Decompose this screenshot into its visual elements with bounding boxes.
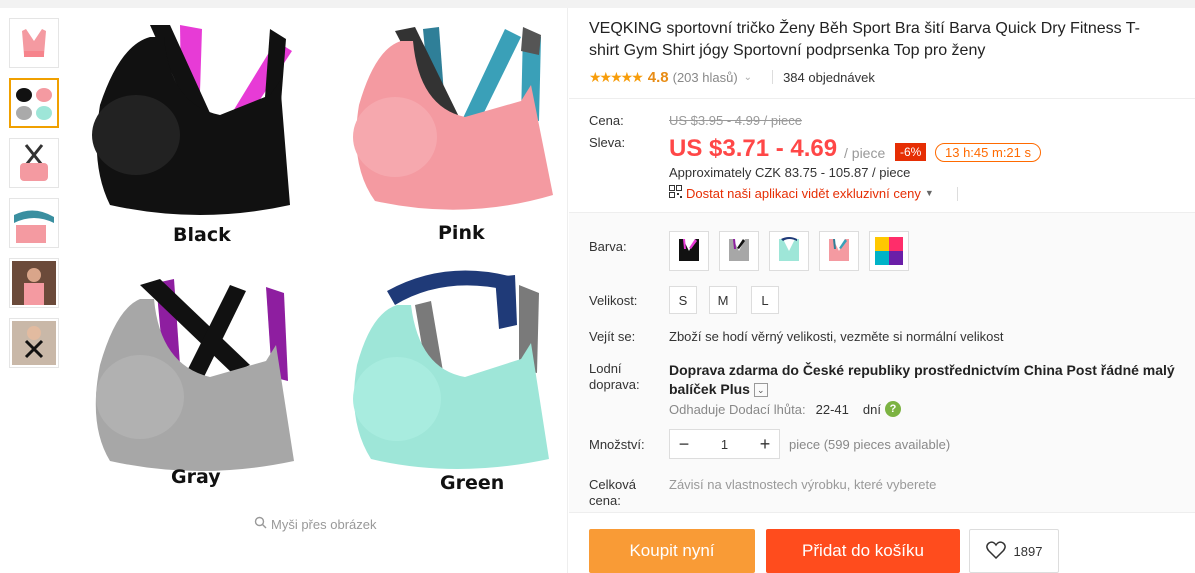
thumbnail-2[interactable] <box>9 78 59 128</box>
rating-value: 4.8 <box>647 68 669 86</box>
app-promo-link[interactable]: Dostat naši aplikaci vidět exkluzivní ce… <box>669 185 934 201</box>
color-swatch-green[interactable] <box>769 231 809 271</box>
options-panel: Barva: Velikost: S M L Vejít se: Zboží s… <box>569 212 1195 512</box>
countdown-timer: 13 h:45 m:21 s <box>935 143 1041 162</box>
fit-value: Zboží se hodí věrný velikosti, vezměte s… <box>669 329 1004 344</box>
quantity-stepper: − 1 + <box>669 429 780 459</box>
total-value: Závisí na vlastnostech výrobku, které vy… <box>669 477 937 492</box>
quantity-label: Množství: <box>589 437 645 452</box>
thumbnail-5[interactable] <box>9 258 59 308</box>
thumbnail-6[interactable] <box>9 318 59 368</box>
estimate-unit: dní <box>862 401 881 417</box>
shipping-dropdown-icon[interactable]: ⌄ <box>753 383 768 398</box>
bra-pink-image <box>335 15 575 255</box>
color-label: Barva: <box>589 239 627 254</box>
sale-price: US $3.71 - 4.69 <box>669 135 838 162</box>
bra-label-gray: Gray <box>171 466 221 488</box>
size-option-s[interactable]: S <box>669 286 697 314</box>
buy-now-button[interactable]: Koupit nyní <box>589 529 755 573</box>
thumbnail-3[interactable] <box>9 138 59 188</box>
app-promo-text: Dostat naši aplikaci vidět exkluzivní ce… <box>686 185 921 201</box>
estimate-days: 22-41 <box>815 401 849 417</box>
column-divider <box>567 8 568 573</box>
minus-icon[interactable]: − <box>670 430 698 458</box>
separator <box>957 187 958 201</box>
help-icon[interactable]: ? <box>884 401 901 417</box>
shipping-value: Doprava zdarma do České republiky prostř… <box>669 362 1175 397</box>
sale-price-label: Sleva: <box>589 135 626 150</box>
add-to-cart-button[interactable]: Přidat do košíku <box>766 529 960 573</box>
orig-price-label: Cena: <box>589 113 624 128</box>
color-swatch-gray[interactable] <box>719 231 759 271</box>
action-buttons: Koupit nyní Přidat do košíku 1897 <box>569 512 1195 573</box>
separator <box>772 70 774 84</box>
qr-code-icon <box>669 185 682 201</box>
main-product-image[interactable]: Black Pink Gray Green <box>70 10 565 510</box>
size-label: Velikost: <box>589 293 638 308</box>
estimate-label: Odhaduje Dodací lhůta: <box>669 401 806 417</box>
shipping-label: Lodní doprava: <box>589 361 640 392</box>
thumbnail-4[interactable] <box>9 198 59 248</box>
caret-down-icon: ▼ <box>924 188 934 198</box>
bra-green-image <box>335 265 575 505</box>
approx-price: Approximately CZK 83.75 - 105.87 / piece <box>669 165 911 180</box>
chevron-down-icon[interactable]: ⌄ <box>744 72 752 83</box>
quantity-input[interactable]: 1 <box>698 437 751 452</box>
size-option-l[interactable]: L <box>751 286 779 314</box>
color-swatch-multicolor[interactable] <box>869 231 909 271</box>
bra-label-black: Black <box>173 224 231 246</box>
price-unit: / piece <box>844 145 886 161</box>
heart-icon <box>985 540 1006 562</box>
total-label: Celková cena: <box>589 477 636 508</box>
hover-hint: Myši přes obrázek <box>254 516 376 532</box>
rating-stars-icon: ★★★★★ <box>589 68 644 85</box>
size-option-m[interactable]: M <box>709 286 737 314</box>
product-info: VEQKING sportovní tričko Ženy Běh Sport … <box>589 18 1189 87</box>
fit-label: Vejít se: <box>589 329 636 344</box>
reviews-link[interactable]: (203 hlasů) <box>673 70 738 85</box>
quantity-availability: piece (599 pieces available) <box>789 437 951 452</box>
thumbnail-1[interactable] <box>9 18 59 68</box>
plus-icon[interactable]: + <box>751 430 779 458</box>
wishlist-count: 1897 <box>1013 543 1043 559</box>
orig-price: US $3.95 - 4.99 / piece <box>669 113 802 128</box>
wishlist-button[interactable]: 1897 <box>969 529 1059 573</box>
orders-count: 384 objednávek <box>783 69 875 85</box>
rating-row: ★★★★★ 4.8 (203 hlasů) ⌄ 384 objednávek <box>589 67 1189 87</box>
price-box: Cena: US $3.95 - 4.99 / piece Sleva: US … <box>569 98 1195 212</box>
bra-black-image <box>80 15 320 255</box>
bra-label-pink: Pink <box>438 222 485 244</box>
discount-badge: -6% <box>895 143 927 161</box>
magnifier-icon <box>254 516 267 532</box>
shipping-info: Doprava zdarma do České republiky prostř… <box>669 361 1189 399</box>
top-bar <box>0 0 1195 8</box>
bra-label-green: Green <box>440 472 505 494</box>
thumbnail-list <box>9 18 59 378</box>
color-swatch-pink[interactable] <box>819 231 859 271</box>
color-swatch-black[interactable] <box>669 231 709 271</box>
product-title: VEQKING sportovní tričko Ženy Běh Sport … <box>589 20 1140 59</box>
delivery-estimate: Odhaduje Dodací lhůta: 22-41 dní ? <box>669 401 901 417</box>
hover-hint-text: Myši přes obrázek <box>271 516 377 532</box>
